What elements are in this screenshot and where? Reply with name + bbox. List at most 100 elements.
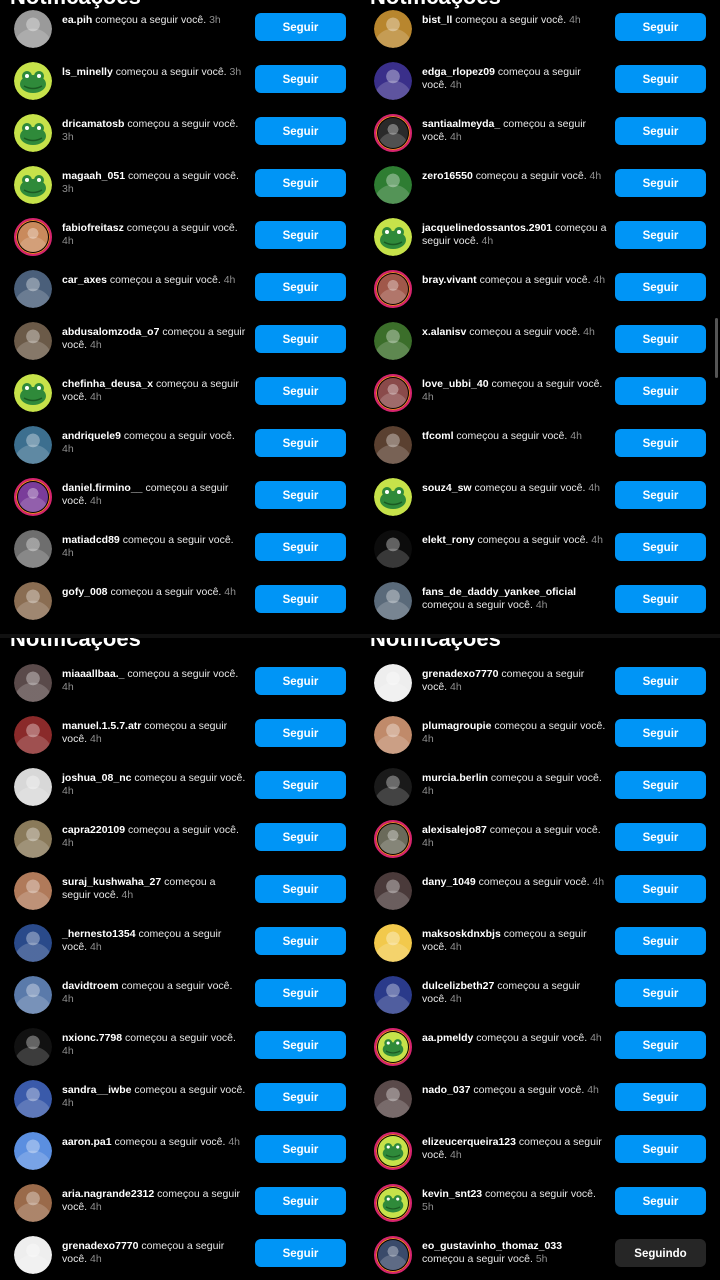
username[interactable]: zero16550 (422, 170, 473, 182)
avatar[interactable] (14, 976, 52, 1014)
username[interactable]: _hernesto1354 (62, 928, 136, 940)
follow-button[interactable]: Seguir (255, 273, 346, 301)
follow-button[interactable]: Seguir (615, 117, 706, 145)
avatar[interactable] (374, 1132, 412, 1170)
avatar[interactable] (14, 166, 52, 204)
follow-button[interactable]: Seguir (615, 771, 706, 799)
username[interactable]: magaah_051 (62, 170, 125, 182)
username[interactable]: grenadexo7770 (62, 1240, 138, 1252)
follow-button[interactable]: Seguir (615, 273, 706, 301)
avatar[interactable] (14, 664, 52, 702)
avatar[interactable] (374, 820, 412, 858)
follow-button[interactable]: Seguir (255, 1187, 346, 1215)
username[interactable]: nxionc.7798 (62, 1032, 122, 1044)
follow-button[interactable]: Seguir (615, 927, 706, 955)
username[interactable]: chefinha_deusa_x (62, 378, 153, 390)
avatar[interactable] (14, 768, 52, 806)
username[interactable]: aa.pmeldy (422, 1032, 473, 1044)
follow-button[interactable]: Seguir (615, 429, 706, 457)
username[interactable]: bray.vivant (422, 274, 477, 286)
follow-button[interactable]: Seguir (615, 719, 706, 747)
follow-button[interactable]: Seguir (255, 585, 346, 613)
follow-button[interactable]: Seguir (615, 481, 706, 509)
follow-button[interactable]: Seguir (255, 169, 346, 197)
follow-button[interactable]: Seguir (615, 533, 706, 561)
username[interactable]: souz4_sw (422, 482, 472, 494)
avatar[interactable] (374, 166, 412, 204)
avatar[interactable] (14, 218, 52, 256)
avatar[interactable] (374, 1028, 412, 1066)
username[interactable]: maksoskdnxbjs (422, 928, 501, 940)
username[interactable]: dricamatosb (62, 118, 124, 130)
follow-button[interactable]: Seguir (255, 481, 346, 509)
follow-button[interactable]: Seguir (255, 927, 346, 955)
username[interactable]: bist_ll (422, 14, 452, 26)
avatar[interactable] (14, 114, 52, 152)
username[interactable]: fans_de_daddy_yankee_oficial (422, 586, 576, 598)
avatar[interactable] (374, 374, 412, 412)
avatar[interactable] (374, 582, 412, 620)
follow-button[interactable]: Seguir (615, 1187, 706, 1215)
username[interactable]: murcia.berlin (422, 772, 488, 784)
follow-button[interactable]: Seguir (255, 979, 346, 1007)
username[interactable]: capra220109 (62, 824, 125, 836)
following-button[interactable]: Seguindo (615, 1239, 706, 1267)
username[interactable]: kevin_snt23 (422, 1188, 482, 1200)
username[interactable]: ls_minelly (62, 66, 113, 78)
follow-button[interactable]: Seguir (255, 221, 346, 249)
username[interactable]: eo_gustavinho_thomaz_033 (422, 1240, 562, 1252)
follow-button[interactable]: Seguir (255, 65, 346, 93)
username[interactable]: abdusalomzoda_o7 (62, 326, 159, 338)
username[interactable]: miaaallbaa._ (62, 668, 124, 680)
avatar[interactable] (374, 1184, 412, 1222)
follow-button[interactable]: Seguir (255, 117, 346, 145)
follow-button[interactable]: Seguir (255, 719, 346, 747)
avatar[interactable] (374, 716, 412, 754)
username[interactable]: x.alanisv (422, 326, 466, 338)
follow-button[interactable]: Seguir (615, 667, 706, 695)
avatar[interactable] (14, 820, 52, 858)
follow-button[interactable]: Seguir (255, 771, 346, 799)
avatar[interactable] (374, 976, 412, 1014)
username[interactable]: dulcelizbeth27 (422, 980, 494, 992)
username[interactable]: tfcoml (422, 430, 454, 442)
username[interactable]: love_ubbi_40 (422, 378, 489, 390)
avatar[interactable] (14, 478, 52, 516)
avatar[interactable] (14, 270, 52, 308)
username[interactable]: elekt_rony (422, 534, 475, 546)
username[interactable]: santiaalmeyda_ (422, 118, 500, 130)
follow-button[interactable]: Seguir (615, 13, 706, 41)
avatar[interactable] (14, 716, 52, 754)
scrollbar[interactable] (715, 318, 718, 378)
username[interactable]: nado_037 (422, 1084, 470, 1096)
avatar[interactable] (14, 582, 52, 620)
avatar[interactable] (374, 62, 412, 100)
avatar[interactable] (374, 1236, 412, 1274)
avatar[interactable] (14, 1184, 52, 1222)
username[interactable]: matiadcd89 (62, 534, 120, 546)
username[interactable]: aria.nagrande2312 (62, 1188, 154, 1200)
avatar[interactable] (14, 374, 52, 412)
avatar[interactable] (374, 664, 412, 702)
avatar[interactable] (14, 426, 52, 464)
follow-button[interactable]: Seguir (615, 377, 706, 405)
avatar[interactable] (374, 1080, 412, 1118)
avatar[interactable] (14, 872, 52, 910)
avatar[interactable] (14, 530, 52, 568)
username[interactable]: jacquelinedossantos.2901 (422, 222, 552, 234)
avatar[interactable] (14, 62, 52, 100)
follow-button[interactable]: Seguir (615, 221, 706, 249)
username[interactable]: fabiofreitasz (62, 222, 124, 234)
avatar[interactable] (374, 218, 412, 256)
follow-button[interactable]: Seguir (255, 1031, 346, 1059)
username[interactable]: elizeucerqueira123 (422, 1136, 516, 1148)
username[interactable]: alexisalejo87 (422, 824, 487, 836)
avatar[interactable] (14, 1132, 52, 1170)
avatar[interactable] (14, 924, 52, 962)
username[interactable]: daniel.firmino__ (62, 482, 143, 494)
username[interactable]: davidtroem (62, 980, 119, 992)
avatar[interactable] (374, 114, 412, 152)
avatar[interactable] (14, 322, 52, 360)
username[interactable]: plumagroupie (422, 720, 491, 732)
username[interactable]: car_axes (62, 274, 107, 286)
